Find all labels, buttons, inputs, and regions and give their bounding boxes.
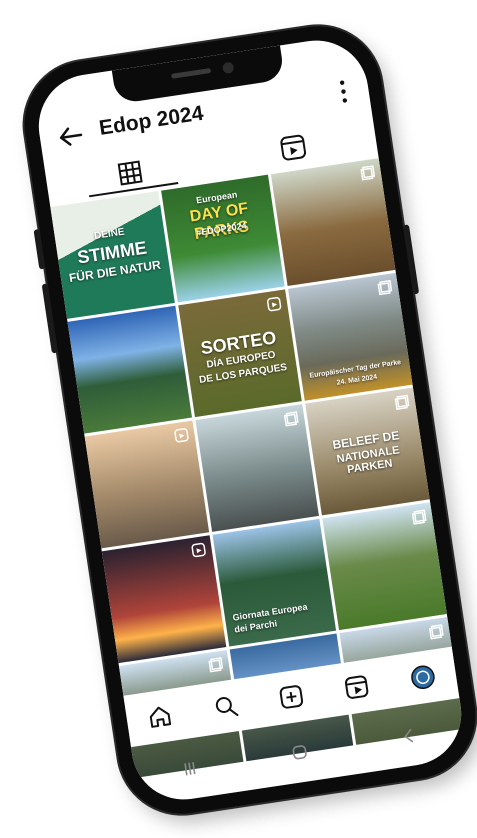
post-tile[interactable] (101, 535, 226, 664)
post-tile[interactable]: SORTEO DÍA EUROPEO DE LOS PARQUES (177, 289, 303, 418)
multi-image-icon (360, 165, 376, 181)
speaker (170, 67, 212, 79)
arrow-left-icon[interactable] (56, 122, 86, 152)
multi-image-icon (208, 657, 223, 673)
multi-image-icon (411, 509, 427, 525)
post-tile[interactable] (271, 158, 396, 286)
profile-icon[interactable] (408, 663, 438, 693)
post-tile[interactable]: Europäischer Tag der Parke 24. Mai 2024 (288, 272, 413, 401)
post-tile[interactable]: Giornata Europea dei Parchi (212, 518, 337, 647)
page-title: Edop 2024 (97, 101, 205, 140)
phone-frame: Edop 2024 DEINE STIMME FÜR DIE NATUR Eur… (15, 17, 477, 823)
reels-icon (267, 296, 282, 312)
volume-down-button (41, 283, 58, 354)
post-tile[interactable]: DEINE STIMME FÜR DIE NATUR (50, 191, 175, 319)
reels-icon (174, 428, 189, 443)
multi-image-icon (377, 279, 393, 296)
post-tile[interactable] (84, 420, 209, 549)
multi-image-icon (284, 411, 299, 427)
home-icon[interactable] (145, 702, 175, 732)
post-tile[interactable] (67, 305, 192, 434)
reels-icon[interactable] (278, 133, 308, 163)
reels-icon (191, 542, 206, 558)
add-post-icon[interactable] (277, 682, 307, 712)
home-circle-icon[interactable] (288, 741, 311, 764)
post-tile[interactable] (195, 404, 320, 532)
post-tile[interactable] (322, 502, 447, 631)
reels-icon[interactable] (342, 672, 372, 702)
multi-image-icon (428, 624, 444, 640)
post-tile[interactable]: European DAY OF PARKS #EDOP2024 (160, 174, 285, 303)
power-button (402, 224, 420, 295)
phone-screen: Edop 2024 DEINE STIMME FÜR DIE NATUR Eur… (31, 33, 469, 807)
volume-up-button (33, 229, 46, 270)
stage: Edop 2024 DEINE STIMME FÜR DIE NATUR Eur… (0, 0, 477, 838)
back-chevron-icon[interactable] (398, 725, 421, 748)
recent-apps-icon[interactable] (179, 757, 202, 780)
grid-icon[interactable] (117, 159, 144, 186)
more-vertical-icon[interactable] (339, 78, 349, 105)
front-camera (221, 61, 235, 75)
post-tile[interactable]: BELEEF DE NATIONALE PARKEN (305, 387, 430, 516)
multi-image-icon (394, 394, 410, 411)
search-icon[interactable] (211, 692, 241, 722)
